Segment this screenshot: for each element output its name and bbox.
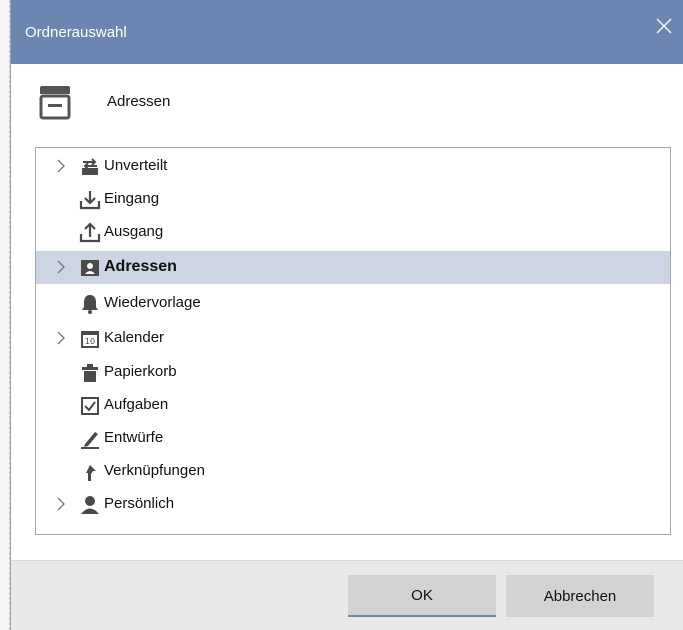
current-folder-header: Adressen [11,64,683,146]
pencil-icon [81,432,99,449]
tree-item-verknuepfungen[interactable]: Verknüpfungen [36,455,670,488]
dialog-title: Ordnerauswahl [25,24,127,41]
chevron-right-icon[interactable] [56,331,66,345]
dialog-footer: OK Abbrechen [11,560,683,630]
tree-item-papierkorb[interactable]: Papierkorb [36,356,670,389]
title-bar[interactable]: Ordnerauswahl [11,0,683,64]
tree-item-label: Entwürfe [104,429,164,446]
tree-item-persoenlich[interactable]: Persönlich [36,488,670,521]
close-icon [656,18,672,34]
tree-item-entwuerfe[interactable]: Entwürfe [36,422,670,455]
tree-item-kalender[interactable]: 10 Kalender [36,322,670,355]
inbox-icon [79,191,101,210]
tree-item-unverteilt[interactable]: Unverteilt [36,150,670,183]
tree-item-aufgaben[interactable]: Aufgaben [36,389,670,422]
tree-item-eingang[interactable]: Eingang [36,183,670,216]
tree-item-label: Verknüpfungen [104,462,205,479]
cancel-button[interactable]: Abbrechen [506,575,654,617]
outbox-icon [79,222,101,243]
tree-item-ausgang[interactable]: Ausgang [36,216,670,249]
tree-item-label: Papierkorb [104,363,177,380]
folder-tree[interactable]: Unverteilt Eingang Ausgang Adressen Wied… [35,147,671,535]
unsorted-icon [82,158,98,175]
tree-item-label: Eingang [104,190,160,207]
checkbox-icon [81,397,99,415]
chevron-right-icon[interactable] [56,260,66,274]
bell-icon [82,295,98,314]
calendar-icon: 10 [81,331,99,348]
tree-item-label: Ausgang [104,223,164,240]
svg-text:10: 10 [85,337,95,346]
cabinet-icon [39,86,71,120]
person-icon [81,496,99,514]
link-arrow-icon [86,465,96,481]
tree-item-label: Wiedervorlage [104,294,201,311]
tree-item-label: Aufgaben [104,396,169,413]
ok-button[interactable]: OK [348,575,496,617]
tree-item-adressen[interactable]: Adressen [36,251,670,284]
tree-item-label: Adressen [104,258,177,275]
trash-icon [82,364,98,382]
contact-card-icon [81,260,99,276]
tree-item-wiedervorlage[interactable]: Wiedervorlage [36,287,670,320]
chevron-right-icon[interactable] [56,159,66,173]
background-window-edge [0,0,10,630]
tree-item-label: Unverteilt [104,157,168,174]
current-folder-label: Adressen [107,93,171,110]
tree-item-label: Persönlich [104,495,175,512]
tree-item-label: Kalender [104,329,165,346]
chevron-right-icon[interactable] [56,497,66,511]
folder-selection-dialog: Ordnerauswahl Adressen Unverteilt Eingan… [10,0,683,630]
close-button[interactable] [644,10,683,42]
